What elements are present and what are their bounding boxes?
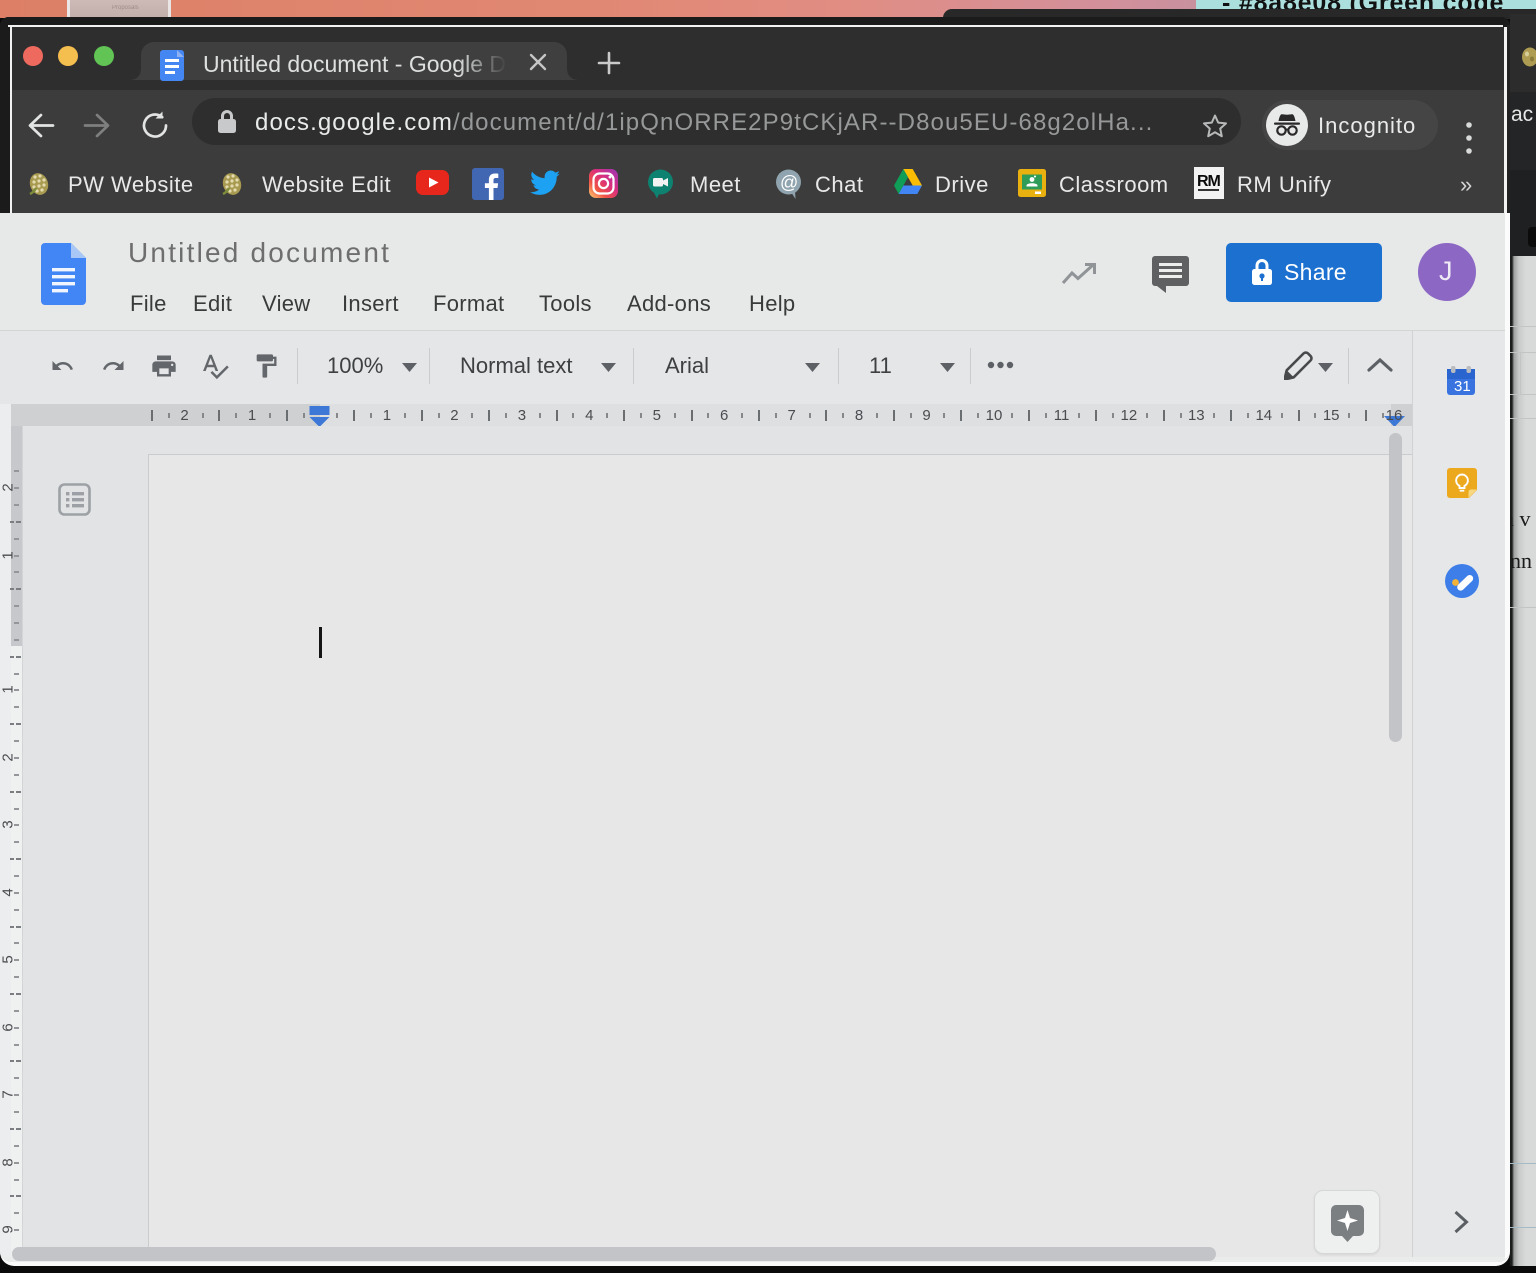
svg-text:@: @ [780,173,798,193]
svg-text:RM: RM [1197,173,1221,190]
svg-text:31: 31 [1454,378,1471,395]
